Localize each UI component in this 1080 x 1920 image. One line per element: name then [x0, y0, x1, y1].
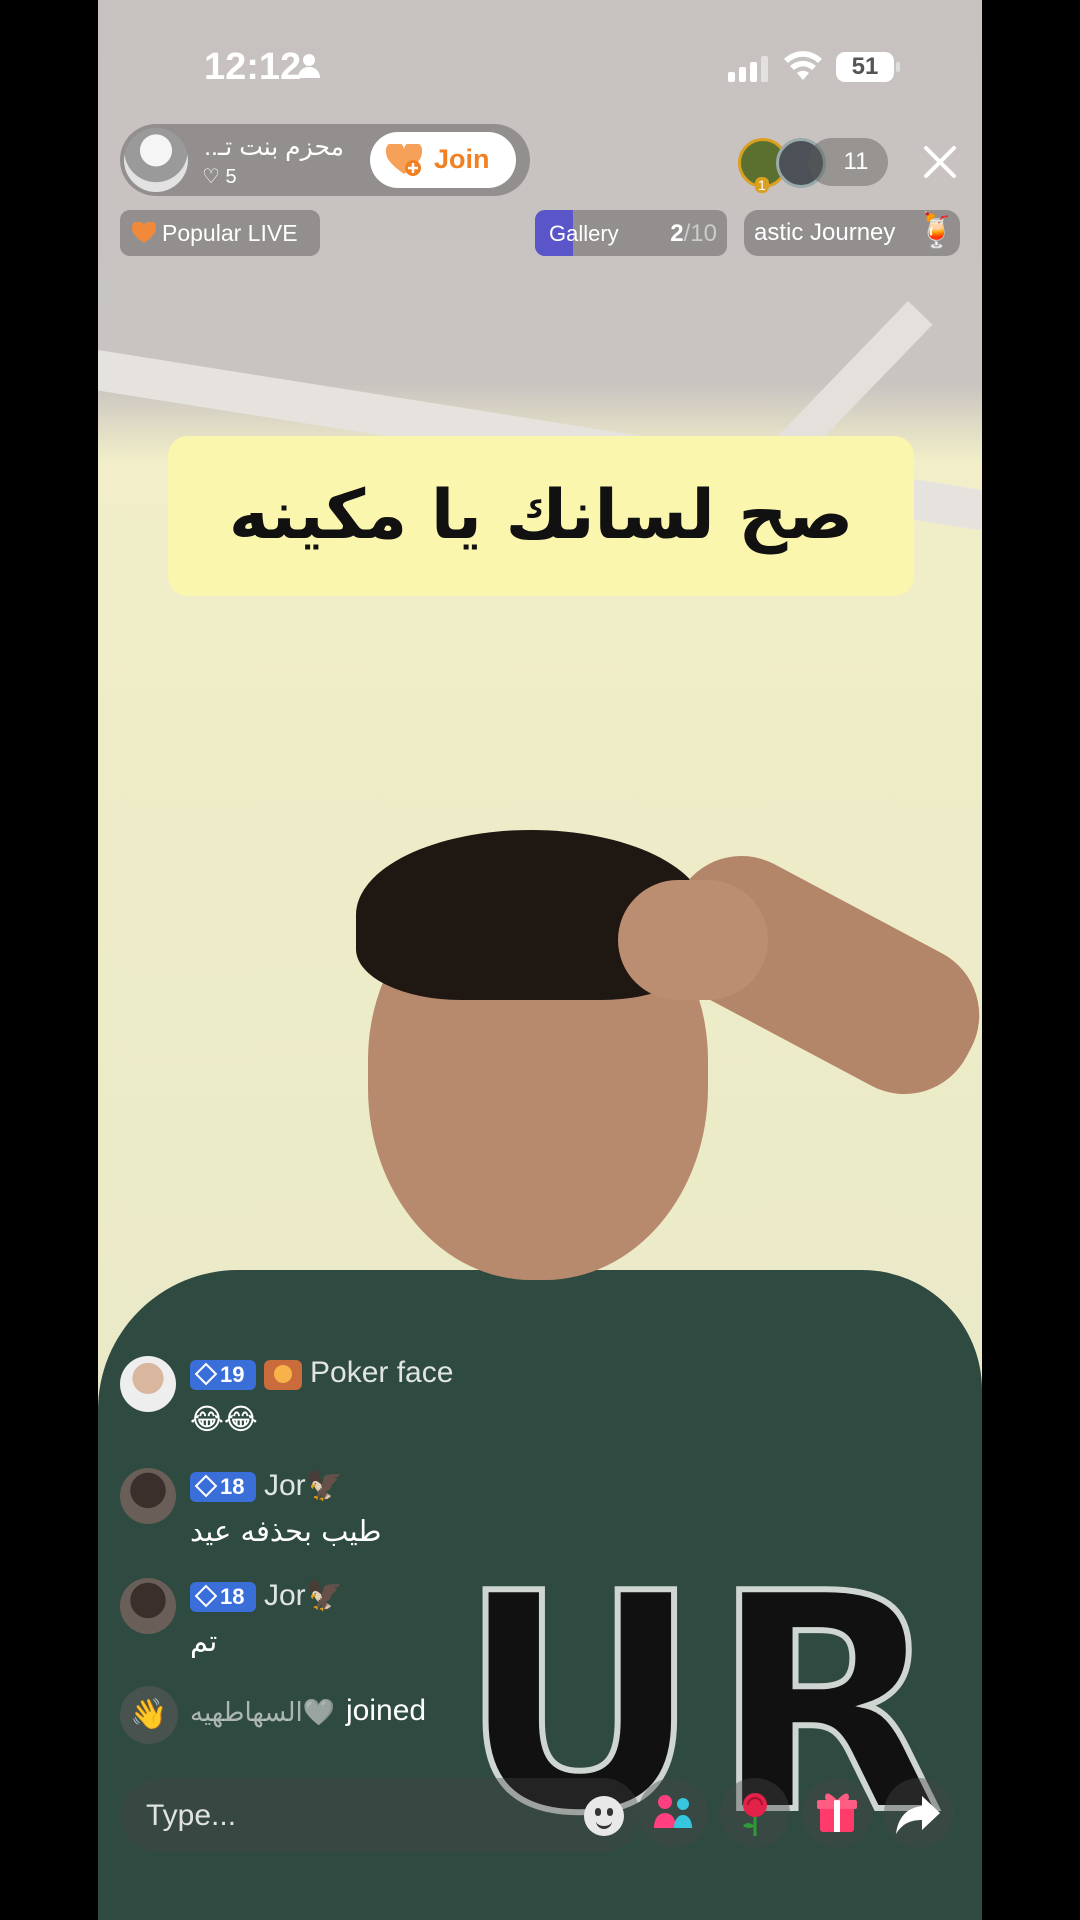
gift-button[interactable] [802, 1778, 872, 1848]
join-button[interactable]: Join [370, 132, 516, 188]
status-bar: 12:12 51 [98, 40, 982, 90]
heart-plus-icon [386, 144, 422, 176]
chat-avatar[interactable] [120, 1468, 176, 1524]
rank-badge: 1 [755, 177, 769, 193]
popular-live-tag[interactable]: Popular LIVE [120, 210, 320, 256]
joined-username[interactable]: السهاطهيه🤍 [190, 1698, 335, 1728]
live-stream-screen: UR 12:12 51 محزم بنت تـ... ♡ 5 Join 1 11… [98, 0, 982, 1920]
streamer-hand [618, 880, 768, 1000]
gallery-current: 2 [670, 220, 684, 247]
comment-input[interactable] [144, 1778, 548, 1854]
fan-badge [264, 1360, 302, 1390]
person-icon [298, 54, 320, 78]
battery-indicator: 51 [836, 52, 900, 82]
journey-label: astic Journey [754, 219, 896, 246]
chat-text: 😂😂 [190, 1402, 258, 1436]
popular-live-label: Popular LIVE [162, 220, 298, 246]
chat-avatar[interactable] [120, 1578, 176, 1634]
comment-box[interactable] [120, 1778, 640, 1854]
chat-username[interactable]: Jor🦅 [264, 1578, 343, 1613]
orange-heart-icon [132, 222, 156, 243]
emoji-icon[interactable] [584, 1796, 624, 1836]
join-label: Join [434, 144, 490, 174]
guest-request-button[interactable] [638, 1778, 708, 1848]
share-button[interactable] [884, 1778, 954, 1848]
gallery-label: Gallery [549, 221, 619, 246]
level-badge: 18 [190, 1582, 256, 1612]
cellular-signal-icon [728, 56, 768, 82]
diamond-icon [194, 1362, 218, 1386]
host-avatar[interactable] [124, 128, 188, 192]
wifi-icon [784, 51, 822, 80]
chat-text: تم [190, 1624, 218, 1658]
waving-hand-icon: 👋 [120, 1686, 178, 1744]
gallery-total: /10 [683, 220, 717, 247]
rose-gift-button[interactable] [720, 1778, 790, 1848]
chat-username[interactable]: Poker face [310, 1356, 453, 1390]
level-badge: 19 [190, 1360, 256, 1390]
level-number: 18 [220, 1584, 245, 1609]
diamond-icon [194, 1584, 218, 1608]
level-number: 18 [220, 1474, 245, 1499]
fan-badge-icon [274, 1365, 292, 1383]
journey-banner[interactable]: astic Journey 🍹 [744, 210, 960, 256]
level-number: 19 [220, 1362, 245, 1387]
host-name: محزم بنت تـ... [202, 133, 344, 161]
diamond-icon [194, 1474, 218, 1498]
gallery-progress[interactable]: Gallery 2/10 [535, 210, 727, 256]
multi-guest-icon [654, 1795, 692, 1828]
chat-username[interactable]: Jor🦅 [264, 1468, 343, 1503]
host-chip[interactable]: محزم بنت تـ... ♡ 5 Join [120, 124, 530, 196]
close-icon[interactable] [920, 142, 960, 182]
cocktail-icon: 🍹 [915, 212, 958, 250]
level-badge: 18 [190, 1472, 256, 1502]
gallery-count: 2/10 [670, 220, 717, 248]
joined-label: joined [346, 1694, 427, 1727]
share-arrow-icon [896, 1796, 940, 1834]
clock: 12:12 [204, 46, 302, 88]
gift-icon [817, 1793, 857, 1832]
stream-caption: صح لسانك يا مكينه [168, 436, 914, 596]
rose-icon [743, 1793, 767, 1836]
viewer-count[interactable]: 11 [808, 138, 888, 186]
host-likes: ♡ 5 [202, 166, 237, 188]
chat-text: طيب بحذفه عيد [190, 1514, 382, 1548]
chat-avatar[interactable] [120, 1356, 176, 1412]
